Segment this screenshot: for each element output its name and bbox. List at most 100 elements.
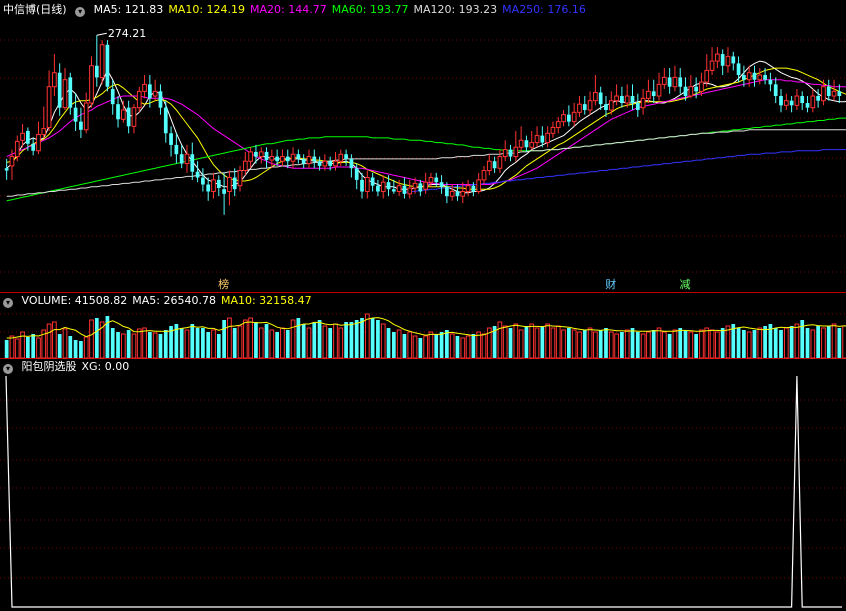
volume-bar-down xyxy=(763,326,767,358)
volume-bar-down xyxy=(232,328,237,358)
gear-icon[interactable]: ▾ xyxy=(3,364,13,374)
high-marker-line xyxy=(96,32,107,36)
candle-body-down xyxy=(826,86,831,97)
candle-body-down xyxy=(174,144,179,155)
candle-body-up xyxy=(831,90,837,97)
volume-bar-down xyxy=(222,320,226,358)
event-mark-1[interactable]: 财 xyxy=(605,279,616,291)
event-mark-2[interactable]: 减 xyxy=(680,279,691,291)
candle-body-down xyxy=(391,189,396,192)
candle-body-down xyxy=(110,89,115,105)
price-panel[interactable]: 274.21 xyxy=(4,27,846,215)
candle-body-up xyxy=(486,160,492,172)
candle-body-down xyxy=(179,154,184,164)
volume-panel[interactable] xyxy=(4,313,846,359)
volume-bar-down xyxy=(68,336,73,358)
candle-body-down xyxy=(566,114,571,122)
candle-body-down xyxy=(26,130,30,144)
candle-body-up xyxy=(561,114,566,123)
volume-bar-up xyxy=(810,329,816,359)
candle-body-down xyxy=(116,104,120,120)
candle-body-down xyxy=(805,103,810,108)
volume-bar-down xyxy=(826,326,831,358)
volume-bar-down xyxy=(508,328,513,358)
volume-bar-down xyxy=(254,322,258,358)
candle-body-down xyxy=(630,96,635,104)
candle-body-down xyxy=(370,177,375,186)
candle-body-up xyxy=(810,95,816,109)
volume-bar-up xyxy=(529,323,535,359)
candle-body-up xyxy=(593,92,598,102)
candle-body-up xyxy=(545,132,550,144)
candle-body-down xyxy=(773,84,778,97)
candle-body-up xyxy=(83,102,89,131)
volume-header: ▾ VOLUME: 41508.82 MA5: 26540.78 MA10: 321… xyxy=(3,294,322,308)
candle-body-down xyxy=(105,44,110,87)
indicator-panel[interactable] xyxy=(5,375,842,608)
candle-body-down xyxy=(344,154,348,159)
volume-bar-up xyxy=(746,331,752,359)
indicator-legend-item-0: 阳包阴选股 xyxy=(21,360,77,373)
volume-bar-down xyxy=(179,328,184,358)
candle-body-up xyxy=(757,74,763,81)
candle-body-up xyxy=(661,76,667,85)
candle-body-up xyxy=(624,95,630,104)
candle-body-up xyxy=(242,160,248,172)
volume-bar-down xyxy=(455,336,460,358)
gear-icon[interactable]: ▾ xyxy=(3,298,13,308)
volume-bar-down xyxy=(301,324,306,358)
stock-title: 中信博(日线) xyxy=(3,3,67,16)
candle-body-up xyxy=(290,153,296,162)
volume-bar-down xyxy=(736,328,741,358)
volume-bar-down xyxy=(126,330,131,358)
volume-bar-up xyxy=(661,331,667,359)
volume-bar-up xyxy=(518,329,524,359)
candle-body-down xyxy=(418,183,423,192)
candle-body-up xyxy=(449,191,455,197)
volume-bar-down xyxy=(79,341,83,358)
volume-bars xyxy=(4,313,846,359)
volume-bar-down xyxy=(275,332,280,358)
indicator-legend-item-1: XG: 0.00 xyxy=(81,360,130,373)
candle-body-up xyxy=(656,83,662,97)
price-legend-item-1: MA10: 124.19 xyxy=(168,3,246,16)
candle-body-down xyxy=(694,86,699,92)
price-legend-item-0: MA5: 121.83 xyxy=(93,3,164,16)
candle-body-up xyxy=(640,97,646,109)
price-legend-item-5: MA250: 176.16 xyxy=(502,3,586,16)
volume-bar-down xyxy=(434,334,439,358)
candle-body-up xyxy=(99,44,105,78)
gear-icon[interactable]: ▾ xyxy=(75,7,86,17)
candle-body-down xyxy=(285,156,290,162)
candle-body-down xyxy=(216,179,221,189)
candle-body-up xyxy=(428,177,434,183)
volume-bar-up xyxy=(502,325,508,359)
candle-body-up xyxy=(62,79,68,109)
volume-bar-up xyxy=(269,329,275,359)
volume-bar-up xyxy=(465,335,471,359)
volume-bar-up xyxy=(624,329,630,359)
candle-body-up xyxy=(783,100,789,106)
volume-bar-down xyxy=(667,334,672,358)
volume-bar-down xyxy=(789,326,794,358)
volume-bar-down xyxy=(418,338,423,358)
volume-bar-down xyxy=(773,328,778,358)
volume-bar-up xyxy=(9,335,15,359)
volume-bar-down xyxy=(376,320,380,358)
candle-body-down xyxy=(524,140,529,148)
event-mark-0[interactable]: 榜 xyxy=(218,279,229,291)
volume-bar-up xyxy=(561,329,566,359)
candle-body-down xyxy=(328,161,333,166)
candle-body-down xyxy=(768,79,773,85)
candle-body-down xyxy=(232,177,237,190)
volume-legend-item-1: MA5: 26540.78 xyxy=(132,294,216,307)
volume-bar-up xyxy=(481,333,487,359)
volume-bar-down xyxy=(816,326,820,358)
xg-signal-line xyxy=(5,375,842,608)
price-legend-item-4: MA120: 193.23 xyxy=(413,3,498,16)
candle-body-up xyxy=(36,133,41,152)
volume-bar-up xyxy=(460,337,466,359)
candle-body-down xyxy=(317,161,322,166)
candle-body-down xyxy=(402,185,407,194)
candle-body-up xyxy=(46,86,52,128)
